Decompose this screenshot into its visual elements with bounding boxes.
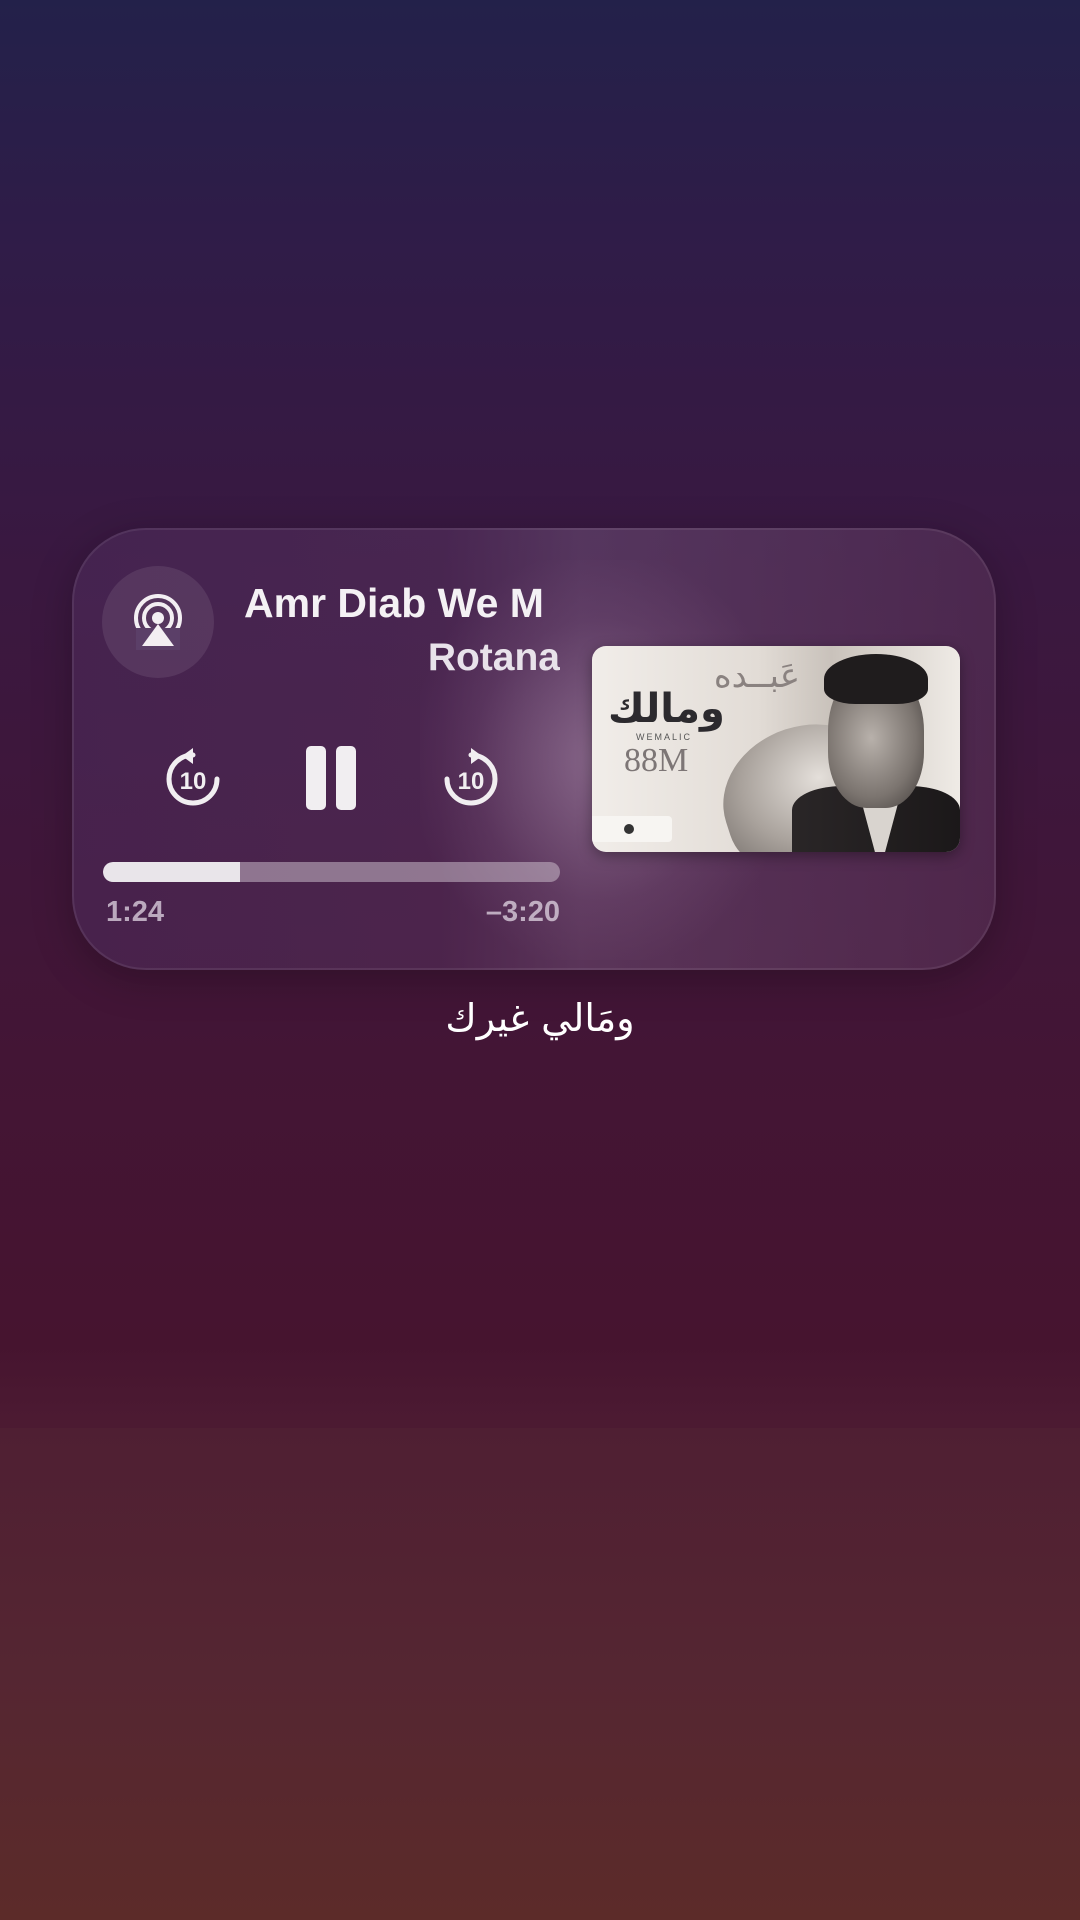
artwork-album-title: ومالك bbox=[608, 686, 725, 732]
background-band bbox=[0, 1428, 1080, 1920]
pause-icon-right bbox=[336, 746, 356, 810]
skip-forward-label: 10 bbox=[458, 768, 485, 795]
skip-back-10-icon: 10 bbox=[166, 748, 220, 806]
track-info: Amr Diab We M Rotana bbox=[240, 574, 560, 684]
progress-fill bbox=[103, 862, 241, 882]
pause-icon-left bbox=[306, 746, 326, 810]
skip-back-button[interactable]: 10 bbox=[160, 746, 226, 812]
artwork-label-88: 88M bbox=[624, 742, 689, 779]
airplay-button[interactable] bbox=[102, 566, 214, 678]
skip-forward-10-icon: 10 bbox=[444, 748, 498, 806]
lyric-caption: ومَالي غيرك bbox=[445, 996, 635, 1040]
track-artist: Rotana bbox=[427, 636, 560, 679]
album-artwork[interactable]: عَبــده ومالك WEMALIC 88M bbox=[592, 646, 960, 852]
artwork-figure-hair bbox=[824, 654, 928, 704]
progress-scrubber[interactable] bbox=[103, 862, 560, 882]
track-title: Amr Diab We M bbox=[244, 580, 544, 626]
skip-back-label: 10 bbox=[180, 768, 207, 795]
pause-button[interactable] bbox=[300, 744, 362, 812]
airplay-audio-icon bbox=[134, 594, 182, 650]
skip-forward-button[interactable]: 10 bbox=[438, 746, 504, 812]
remaining-time: –3:20 bbox=[485, 896, 560, 928]
elapsed-time: 1:24 bbox=[106, 896, 165, 928]
artwork-artist-name: عَبــده bbox=[713, 656, 800, 696]
artwork-logo-dot bbox=[624, 824, 634, 834]
artwork-subtitle: WEMALIC bbox=[636, 732, 693, 742]
